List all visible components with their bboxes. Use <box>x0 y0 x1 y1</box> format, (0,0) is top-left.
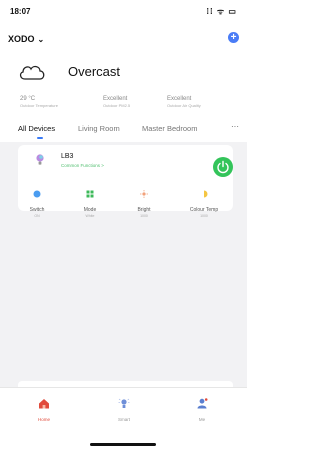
device-name: LB3 <box>61 153 74 160</box>
home-icon <box>39 399 49 409</box>
tab-label: Smart <box>117 417 130 422</box>
cloud-icon <box>19 65 45 80</box>
room-tabs: All Devices Living Room Master Bedroom ·… <box>0 122 247 142</box>
function-colour-temp[interactable]: Colour Temp 1000 <box>184 185 224 218</box>
function-switch[interactable]: Switch ON <box>17 185 57 218</box>
status-icons: ⁞⁞ ᯤ ▭ <box>206 7 237 16</box>
tab-me[interactable]: Me <box>182 396 222 422</box>
stat-label: Outdoor Temperature <box>20 103 58 108</box>
bottom-tab-bar: Home Smart Me <box>0 387 247 453</box>
tab-label: Home <box>37 417 50 422</box>
function-value: 1000 <box>140 214 148 218</box>
function-value: 1000 <box>200 214 208 218</box>
me-icon <box>197 398 208 409</box>
colour-temp-icon <box>204 190 208 198</box>
bulb-icon <box>36 154 44 165</box>
stat-label: Outdoor Air Quality <box>167 103 201 108</box>
stat-value: Excellent <box>167 96 192 102</box>
brightness-icon <box>140 190 148 198</box>
tab-living-room[interactable]: Living Room <box>78 124 120 133</box>
tab-smart[interactable]: Smart <box>104 396 144 422</box>
tab-all-devices[interactable]: All Devices <box>18 124 55 133</box>
common-functions-link[interactable]: Common Functions > <box>61 163 104 168</box>
app-screen: 18:07 ⁞⁞ ᯤ ▭ XODO ⌄ + Overcast 29 °C Outd… <box>0 0 247 453</box>
tab-master-bedroom[interactable]: Master Bedroom <box>142 124 197 133</box>
active-tab-indicator <box>37 137 43 139</box>
stat-value: Excellent <box>103 96 128 102</box>
tab-label: Me <box>198 417 206 422</box>
function-label: Switch <box>29 207 45 213</box>
switch-icon <box>33 190 41 198</box>
home-name: XODO <box>8 34 35 44</box>
device-card[interactable]: LB3 Common Functions > Switch ON Mode Wh… <box>18 145 233 218</box>
add-device-button[interactable]: + <box>228 32 239 43</box>
weather-stat-pm25: Excellent Outdoor PM2.5 <box>103 96 130 108</box>
chevron-down-icon: ⌄ <box>37 35 45 44</box>
grid-icon <box>86 190 94 198</box>
status-time: 18:07 <box>10 7 31 16</box>
home-selector[interactable]: XODO ⌄ <box>8 34 44 44</box>
tab-home[interactable]: Home <box>24 396 64 422</box>
home-indicator-bar <box>90 443 156 446</box>
function-value: ON <box>34 214 40 218</box>
weather-stat-air-quality: Excellent Outdoor Air Quality <box>167 96 201 108</box>
function-label: Colour Temp <box>189 207 219 213</box>
function-bright[interactable]: Bright 1000 <box>124 185 164 218</box>
weather-condition: Overcast <box>68 64 121 79</box>
more-tabs-button[interactable]: ··· <box>231 122 239 131</box>
power-button[interactable] <box>213 157 233 177</box>
function-label: Bright <box>137 207 151 213</box>
power-icon <box>217 160 229 174</box>
status-bar: 18:07 ⁞⁞ ᯤ ▭ <box>0 0 247 22</box>
function-mode[interactable]: Mode White <box>70 185 110 218</box>
weather-stat-temperature: 29 °C Outdoor Temperature <box>20 96 58 108</box>
function-label: Mode <box>83 207 97 213</box>
smart-icon <box>118 398 130 408</box>
stat-label: Outdoor PM2.5 <box>103 103 131 108</box>
function-value: White <box>85 214 95 218</box>
stat-value: 29 °C <box>20 96 36 102</box>
